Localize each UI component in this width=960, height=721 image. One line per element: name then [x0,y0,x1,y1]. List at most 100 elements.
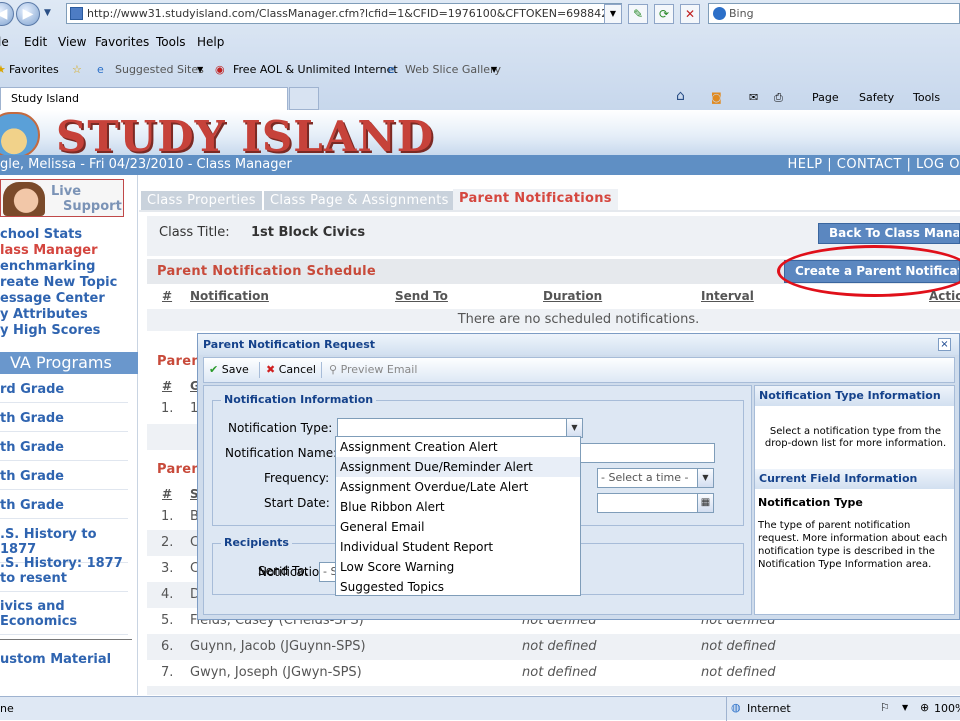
sidebar-item-message-center[interactable]: essage Center [0,291,138,306]
top-links[interactable]: HELP | CONTACT | LOG O [788,155,960,175]
feeds-icon[interactable]: ◙ [711,91,722,104]
dropdown-option[interactable]: Blue Ribbon Alert [336,497,580,517]
col-interval[interactable]: Interval [701,289,754,303]
aol-icon: ◉ [215,63,225,76]
stop-icon[interactable]: ✕ [680,4,700,24]
user-info: gle, Melissa - Fri 04/23/2010 - Class Ma… [0,157,292,172]
dropdown-option[interactable]: Assignment Overdue/Late Alert [336,477,580,497]
empty-message: There are no scheduled notifications. [147,309,960,331]
program-item[interactable]: .S. History: 1877 to resent [0,556,128,592]
close-icon[interactable]: × [938,338,951,351]
address-dropdown-icon[interactable]: ▼ [604,4,622,24]
site-logo[interactable]: STUDY ISLAND [56,112,434,161]
menu-file[interactable]: le [0,35,9,49]
globe-icon: ◍ [731,701,741,714]
page-icon [70,7,83,20]
tab-class-page-assignments[interactable]: Class Page & Assignments [264,191,455,210]
dropdown-option[interactable]: Suggested Topics [336,577,580,597]
program-item[interactable]: th Grade [0,469,128,490]
menu-view[interactable]: View [58,35,86,49]
row-name: Gwyn, Joseph (JGwyn-SPS) [190,665,362,680]
address-bar[interactable]: http://www31.studyisland.com/ClassManage… [66,3,622,24]
row-number: 1. [161,401,174,416]
forward-arrow-icon[interactable]: ▶ [16,2,40,26]
cancel-button[interactable]: ✖ Cancel [266,363,316,376]
new-tab-button[interactable] [289,87,319,110]
sidebar-item-school-stats[interactable]: chool Stats [0,227,138,242]
back-arrow-icon[interactable]: ◀ [0,2,14,26]
url-text: http://www31.studyisland.com/ClassManage… [87,7,622,20]
col-notification[interactable]: Notification [190,289,269,303]
menu-help[interactable]: Help [197,35,224,49]
zoom-icon[interactable]: ⊕ [920,701,929,714]
search-box[interactable]: Bing [708,3,960,24]
history-dropdown-icon[interactable]: ▼ [44,8,51,18]
menu-tools[interactable]: Tools [156,35,186,49]
sidebar-item-attributes[interactable]: y Attributes [0,307,138,322]
toolbar-divider [321,362,322,378]
notification-type-select[interactable]: ▼ [337,418,583,438]
chevron-down-icon[interactable]: ▼ [566,419,582,437]
print-icon[interactable]: ⎙ [774,91,783,105]
calendar-icon[interactable]: ▦ [697,494,713,512]
program-item[interactable]: rd Grade [0,382,128,403]
section2-col-number[interactable]: # [162,379,172,393]
menu-favorites[interactable]: Favorites [95,35,149,49]
table-row: 6. Guynn, Jacob (JGuynn-SPS) not defined no… [147,634,960,660]
tab-parent-notifications[interactable]: Parent Notifications [453,189,618,210]
home-icon[interactable]: ⌂ [676,88,685,104]
refresh-icon[interactable]: ⟳ [654,4,674,24]
chevron-down-icon[interactable]: ▼ [697,469,713,487]
back-to-class-manager-button[interactable]: Back To Class Manage [818,223,960,244]
col-number[interactable]: # [162,289,172,303]
add-favorite-icon[interactable]: ☆ [72,63,82,76]
row-number: 2. [161,535,174,550]
tools-menu[interactable]: Tools [913,91,940,104]
protected-mode-icon[interactable]: ⚐ [880,701,890,714]
save-label: Save [221,363,249,376]
col-duration[interactable]: Duration [543,289,602,303]
compatibility-icon[interactable]: ✎ [628,4,648,24]
chevron-down-icon[interactable]: ▼ [902,703,908,712]
browser-tab[interactable]: Study Island [0,87,288,110]
menu-edit[interactable]: Edit [24,35,47,49]
sidebar-item-high-scores[interactable]: y High Scores [0,323,138,338]
favorites-button[interactable]: Favorites [9,63,59,76]
safety-menu[interactable]: Safety [859,91,894,104]
program-item[interactable]: th Grade [0,498,128,519]
aol-link[interactable]: Free AOL & Unlimited Internet [233,63,398,76]
section3-col-number[interactable]: # [162,487,172,501]
dropdown-option[interactable]: Low Score Warning [336,557,580,577]
dropdown-option[interactable]: General Email [336,517,580,537]
time-select[interactable]: - Select a time - ▼ [597,468,714,488]
page-menu[interactable]: Page [812,91,839,104]
mail-icon[interactable]: ✉ [749,91,758,104]
program-item[interactable]: ustom Material [0,652,138,667]
row-name: Guynn, Jacob (JGuynn-SPS) [190,639,366,654]
sidebar-item-create-topic[interactable]: reate New Topic [0,275,138,290]
search-placeholder: Bing [729,7,754,20]
save-button[interactable]: ✔ Save [209,363,249,376]
suggested-sites[interactable]: Suggested Sites [115,63,204,76]
dropdown-option[interactable]: Individual Student Report [336,537,580,557]
chevron-down-icon[interactable]: ▼ [197,65,203,74]
preview-email-button[interactable]: ⚲ Preview Email [329,363,417,376]
end-date-input[interactable]: ▦ [597,493,714,513]
col-send-to[interactable]: Send To [395,289,448,303]
dropdown-option[interactable]: Assignment Creation Alert [336,437,580,457]
sidebar-item-benchmarking[interactable]: enchmarking [0,259,138,274]
col-actions[interactable]: Actio [929,289,960,303]
zoom-level[interactable]: 100% [934,702,960,715]
preview-label: Preview Email [340,363,418,376]
dropdown-option[interactable]: Assignment Due/Reminder Alert [336,457,580,477]
live-support-button[interactable]: Live Support [0,179,124,217]
sidebar-item-class-manager[interactable]: lass Manager [0,243,138,258]
program-item[interactable]: ivics and Economics [0,599,128,635]
favorites-star-icon: ★ [0,63,6,76]
web-slice-gallery[interactable]: Web Slice Gallery [405,63,501,76]
tab-class-properties[interactable]: Class Properties [141,191,262,210]
user-bar: gle, Melissa - Fri 04/23/2010 - Class Ma… [0,155,960,175]
chevron-down-icon[interactable]: ▼ [491,65,497,74]
program-item[interactable]: th Grade [0,440,128,461]
program-item[interactable]: th Grade [0,411,128,432]
